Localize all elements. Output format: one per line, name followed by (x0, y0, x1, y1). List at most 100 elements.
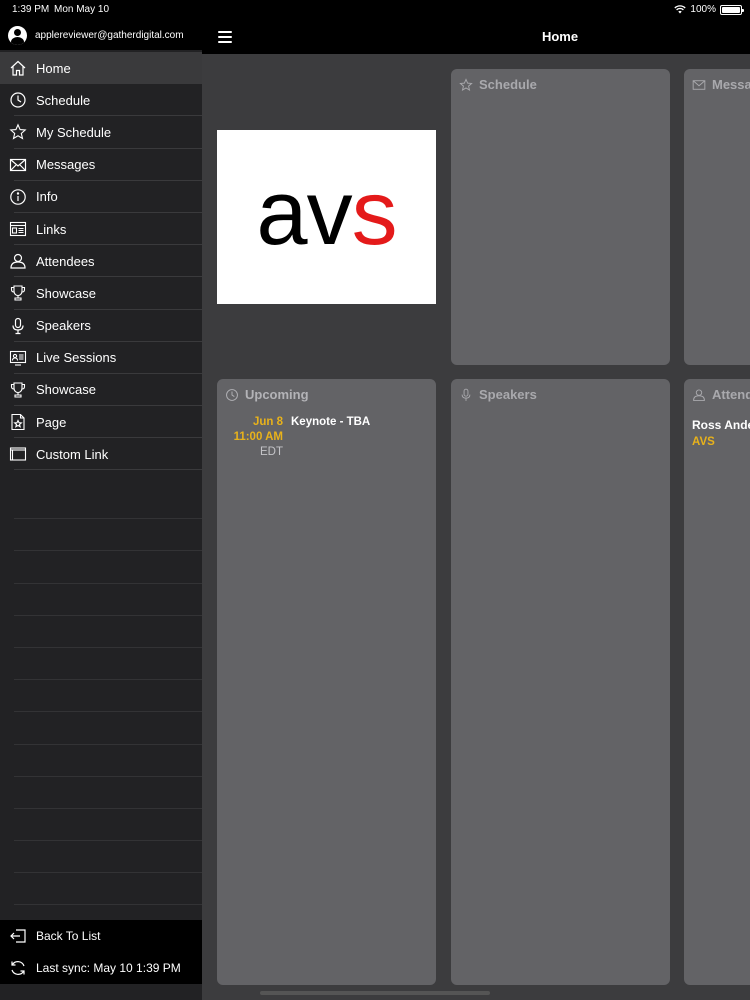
empty-row (0, 873, 202, 906)
window-icon (8, 445, 28, 463)
attendee-row[interactable]: Ross Anderson AVS (684, 410, 750, 448)
empty-row (0, 616, 202, 649)
empty-row (0, 712, 202, 745)
empty-row (0, 777, 202, 810)
event-date: Jun 8 (252, 416, 283, 428)
sidebar-item-label: Links (36, 221, 67, 237)
star-icon (8, 123, 28, 141)
speakers-card[interactable]: Speakers (451, 379, 670, 985)
card-title: Schedule (479, 77, 537, 92)
sidebar-item-schedule[interactable]: Schedule (0, 84, 202, 117)
sidebar-item-label: Live Sessions (36, 350, 117, 366)
sidebar-item-links[interactable]: Links (0, 213, 202, 246)
card-title: Speakers (479, 387, 537, 402)
home-icon (8, 59, 28, 77)
event-title: Keynote - TBA (291, 416, 371, 428)
event-row[interactable]: Jun 8 11:00 AM EDT Keynote - TBA (217, 410, 436, 458)
battery-icon (720, 4, 744, 15)
schedule-card[interactable]: Schedule (451, 69, 670, 365)
card-header: Speakers (451, 379, 670, 410)
attendees-card[interactable]: Attendees Ross Anderson AVS (684, 379, 750, 985)
sidebar-item-custom-link[interactable]: Custom Link (0, 438, 202, 471)
status-indicators: 100% (674, 4, 744, 15)
status-bar: 1:39 PM Mon May 10 100% (0, 0, 750, 20)
sidebar-item-showcase[interactable]: Showcase (0, 277, 202, 310)
sync-icon (8, 959, 28, 977)
sync-button[interactable]: Last sync: May 10 1:39 PM (0, 952, 202, 984)
account-email: applereviewer@gatherdigital.com (35, 29, 184, 41)
page-icon (8, 413, 28, 431)
card-header: Attendees (684, 379, 750, 410)
person-icon (8, 252, 28, 270)
battery-percent: 100% (690, 4, 716, 15)
page-title: Home (541, 29, 579, 44)
envelope-icon (8, 156, 28, 174)
sidebar-item-label: Page (36, 414, 67, 430)
empty-row (0, 809, 202, 842)
card-header: Schedule (451, 69, 670, 100)
wifi-icon (674, 5, 687, 14)
battery-level (722, 6, 740, 13)
avs-logo[interactable]: av s (217, 130, 436, 304)
attendee-company: AVS (692, 436, 715, 448)
sidebar-item-label: Home (36, 60, 71, 76)
attendee-name: Ross Anderson (692, 418, 750, 432)
back-to-list-button[interactable]: Back To List (0, 920, 202, 952)
envelope-icon (692, 79, 706, 90)
home-dashboard: avs Schedule Messages Upcoming Jun 8 11:… (202, 54, 750, 1000)
sidebar-item-page[interactable]: Page (0, 406, 202, 439)
sidebar-item-showcase-2[interactable]: Showcase (0, 374, 202, 407)
empty-row (0, 584, 202, 616)
clock-icon (226, 388, 238, 401)
links-icon (8, 220, 28, 238)
sidebar-item-live-sessions[interactable]: Live Sessions (0, 342, 202, 375)
sidebar: applereviewer@gatherdigital.com Home Sch… (0, 20, 202, 1000)
sidebar-item-label: Attendees (36, 253, 95, 269)
microphone-icon (8, 317, 28, 335)
account-row[interactable]: applereviewer@gatherdigital.com (0, 20, 202, 50)
event-timezone: EDT (260, 446, 283, 458)
card-header: Upcoming (217, 379, 436, 410)
presentation-icon (8, 349, 28, 367)
sidebar-item-info[interactable]: Info (0, 181, 202, 214)
last-sync-value: May 10 1:39 PM (93, 961, 181, 975)
empty-row (0, 487, 202, 520)
top-header: Home (202, 20, 750, 54)
trophy-icon (8, 381, 28, 399)
sidebar-item-my-schedule[interactable]: My Schedule (0, 116, 202, 149)
empty-row (0, 648, 202, 681)
sidebar-item-messages[interactable]: Messages (0, 149, 202, 181)
empty-row (0, 841, 202, 874)
status-date: Mon May 10 (54, 4, 110, 15)
empty-row (0, 680, 202, 713)
card-title: Messages (712, 77, 750, 92)
sidebar-item-label: Showcase (36, 382, 96, 398)
star-icon (459, 77, 473, 91)
microphone-icon (461, 388, 471, 401)
sidebar-item-label: Messages (36, 157, 96, 173)
sidebar-item-label: Speakers (36, 318, 91, 334)
last-sync-label: Last sync: (36, 961, 91, 975)
sidebar-empty-rows (0, 487, 202, 920)
back-arrow-icon (8, 927, 28, 945)
event-time: 11:00 AM (233, 431, 283, 443)
empty-row (0, 745, 202, 777)
upcoming-card[interactable]: Upcoming Jun 8 11:00 AM EDT Keynote - TB… (217, 379, 436, 985)
person-icon (693, 388, 705, 401)
sidebar-item-label: Showcase (36, 285, 96, 301)
status-time: 1:39 PM (12, 4, 50, 15)
sidebar-item-home[interactable]: Home (0, 52, 202, 85)
sidebar-item-attendees[interactable]: Attendees (0, 245, 202, 278)
sidebar-item-label: My Schedule (36, 124, 112, 140)
logo-text-red: s (351, 162, 398, 264)
sidebar-footer: Back To List Last sync: May 10 1:39 PM (0, 920, 202, 984)
home-indicator (260, 991, 490, 995)
empty-row (0, 551, 202, 584)
trophy-icon (8, 284, 28, 302)
messages-card[interactable]: Messages (684, 69, 750, 365)
sidebar-item-label: Custom Link (36, 446, 109, 462)
sidebar-item-label: Info (36, 189, 58, 205)
sidebar-item-speakers[interactable]: Speakers (0, 310, 202, 342)
card-header: Messages (684, 69, 750, 100)
logo-text-black: av (256, 162, 352, 264)
